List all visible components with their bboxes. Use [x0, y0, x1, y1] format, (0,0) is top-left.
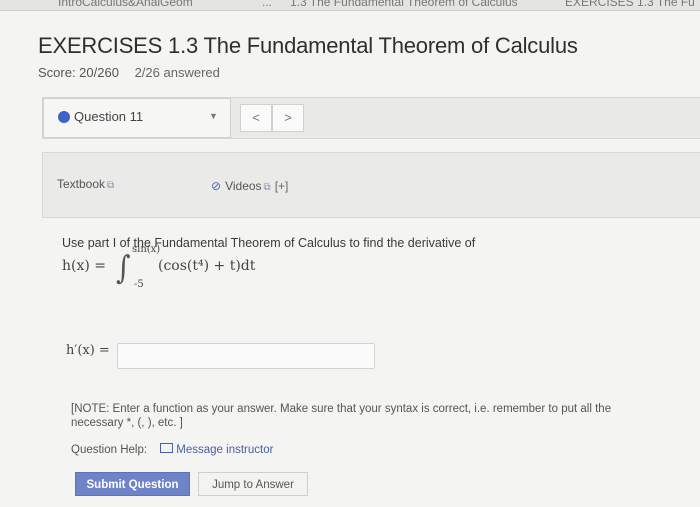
- videos-link[interactable]: ⊘ Videos ⧉ [+]: [211, 179, 288, 193]
- videos-expand-toggle[interactable]: [+]: [275, 179, 289, 193]
- integral-sign-icon: ∫: [116, 248, 131, 287]
- videos-link-label: Videos: [225, 179, 262, 193]
- message-instructor-label: Message instructor: [176, 444, 274, 456]
- question-status-icon: [58, 111, 70, 123]
- resources-panel: Textbook ⧉ ⊘ Videos ⧉ [+]: [42, 152, 700, 218]
- score-line: Score: 20/260 2/26 answered: [38, 65, 220, 80]
- chevron-down-icon: ▼: [209, 111, 218, 121]
- submit-question-button[interactable]: Submit Question: [75, 472, 190, 496]
- breadcrumb: IntroCalculus&AnalGeom ... 1.3 The Funda…: [0, 0, 700, 11]
- syntax-note-line-1: [NOTE: Enter a function as your answer. …: [71, 403, 612, 415]
- breadcrumb-section-link[interactable]: 1.3 The Fundamental Theorem of Calculus: [290, 0, 518, 9]
- external-link-icon: ⧉: [263, 182, 271, 193]
- score-value: Score: 20/260: [38, 65, 119, 80]
- integral-lower-limit: -5: [134, 279, 144, 290]
- function-formula: h(x) = ∫ sin(x) -5 (cos(t⁴) + t)dt: [62, 244, 302, 298]
- paperclip-icon: ⊘: [211, 179, 222, 193]
- textbook-link-label: Textbook: [57, 177, 106, 191]
- breadcrumb-course-link[interactable]: IntroCalculus&AnalGeom: [58, 0, 193, 9]
- textbook-link[interactable]: Textbook ⧉: [57, 177, 114, 191]
- syntax-note: [NOTE: Enter a function as your answer. …: [71, 402, 700, 430]
- next-question-button[interactable]: >: [272, 104, 304, 132]
- question-select-label: Question 11: [74, 109, 144, 124]
- function-lhs: h(x) =: [62, 258, 107, 274]
- answered-count: 2/26 answered: [134, 65, 220, 80]
- question-help: Question Help: Message instructor: [71, 443, 273, 456]
- mail-icon: [160, 443, 174, 453]
- answer-input[interactable]: [117, 343, 375, 369]
- breadcrumb-separator: ...: [262, 0, 273, 9]
- page-title: EXERCISES 1.3 The Fundamental Theorem of…: [38, 33, 578, 58]
- answer-label: h′(x) =: [66, 343, 110, 358]
- integral-upper-limit: sin(x): [132, 244, 161, 255]
- previous-question-button[interactable]: <: [240, 104, 272, 132]
- question-select[interactable]: Question 11 ▼: [43, 98, 231, 138]
- breadcrumb-current: EXERCISES 1.3 The Fu: [565, 0, 695, 9]
- syntax-note-line-2: necessary *, (, ), etc. ]: [71, 417, 183, 429]
- integrand: (cos(t⁴) + t)dt: [158, 258, 256, 274]
- question-navigation: Question 11 ▼ < >: [42, 97, 700, 139]
- jump-to-answer-button[interactable]: Jump to Answer: [198, 472, 308, 496]
- external-link-icon: ⧉: [107, 180, 115, 191]
- message-instructor-link[interactable]: Message instructor: [160, 443, 274, 456]
- question-help-label: Question Help:: [71, 444, 148, 456]
